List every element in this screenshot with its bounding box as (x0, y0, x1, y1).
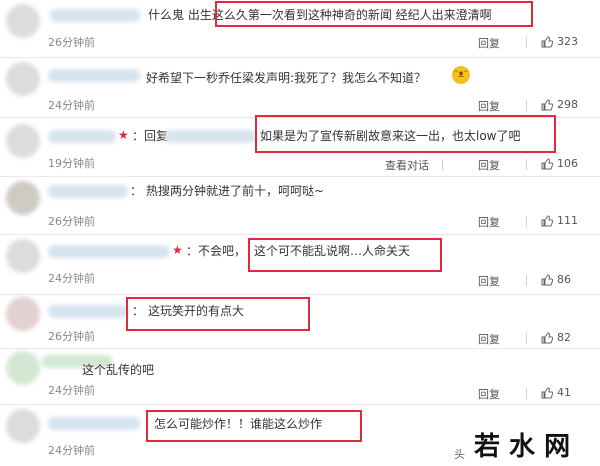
divider (0, 348, 600, 349)
reply-button[interactable]: 回复 (478, 35, 500, 51)
like-count: 41 (557, 386, 571, 399)
reply-button[interactable]: 回复 (478, 386, 500, 402)
divider (0, 234, 600, 235)
comment-text: 热搜两分钟就进了前十，呵呵哒~ (146, 184, 325, 198)
avatar[interactable] (6, 62, 40, 96)
username-blurred[interactable] (48, 185, 128, 198)
avatar[interactable] (6, 124, 40, 158)
reply-button[interactable]: 回复 (478, 331, 500, 347)
vip-star-icon: ★ (172, 243, 183, 257)
username-blurred[interactable] (48, 69, 140, 82)
username-blurred[interactable] (48, 417, 140, 430)
comment-prefix: ： (130, 184, 143, 198)
separator (526, 388, 527, 399)
thumbs-up-icon (541, 157, 553, 169)
avatar[interactable] (6, 297, 40, 331)
comment-time: 24分钟前 (48, 384, 95, 397)
vip-star-icon: ★ (118, 128, 129, 142)
username-blurred[interactable] (48, 245, 170, 258)
separator (526, 100, 527, 111)
highlight-box (255, 115, 556, 153)
avatar[interactable] (6, 351, 40, 385)
cat-emoji-icon: ᵔᴥᵔ (452, 66, 470, 84)
thumbs-up-icon (541, 98, 553, 110)
comment-time: 26分钟前 (48, 36, 95, 49)
view-conversation-link[interactable]: 查看对话 (385, 157, 429, 173)
thumbs-up-icon (541, 35, 553, 47)
separator (526, 333, 527, 344)
separator (526, 216, 527, 227)
thumbs-up-icon (541, 331, 553, 343)
reply-button[interactable]: 回复 (478, 98, 500, 114)
thumbs-up-icon (541, 273, 553, 285)
avatar[interactable] (6, 239, 40, 273)
divider (0, 57, 600, 58)
like-count: 111 (557, 214, 578, 227)
like-button[interactable]: 298 (541, 98, 578, 111)
like-count: 323 (557, 35, 578, 48)
like-count: 82 (557, 331, 571, 344)
like-count: 86 (557, 273, 571, 286)
comment-time: 26分钟前 (48, 215, 95, 228)
like-button[interactable]: 323 (541, 35, 578, 48)
comment-time: 19分钟前 (48, 157, 95, 170)
comment-text: 好希望下一秒乔任梁发声明:我死了？我怎么不知道？ (146, 71, 427, 85)
username-blurred[interactable] (50, 9, 140, 22)
highlight-box (126, 297, 310, 331)
comment-time: 24分钟前 (48, 444, 95, 457)
comment-prefix: ：回复 (132, 129, 169, 143)
highlight-box (146, 410, 362, 442)
reply-button[interactable]: 回复 (478, 214, 500, 230)
comment-text: 这个乱传的吧 (82, 363, 155, 377)
divider (0, 294, 600, 295)
divider (0, 404, 600, 405)
highlight-box (215, 1, 533, 27)
avatar[interactable] (6, 4, 40, 38)
separator (442, 159, 443, 170)
like-count: 106 (557, 157, 578, 170)
reply-button[interactable]: 回复 (478, 157, 500, 173)
avatar[interactable] (6, 181, 40, 215)
avatar[interactable] (6, 409, 40, 443)
username-blurred[interactable] (48, 130, 116, 143)
comment-prefix: ：不会吧， (186, 244, 247, 258)
watermark-sub: 头 (454, 448, 465, 461)
separator (526, 159, 527, 170)
watermark-logo: 若 水 网 (474, 432, 571, 462)
reply-target-blurred[interactable] (164, 130, 256, 143)
separator (526, 275, 527, 286)
like-button[interactable]: 82 (541, 331, 571, 344)
reply-button[interactable]: 回复 (478, 273, 500, 289)
comment-time: 24分钟前 (48, 99, 95, 112)
like-button[interactable]: 106 (541, 157, 578, 170)
comment-time: 24分钟前 (48, 272, 95, 285)
username-blurred[interactable] (48, 305, 128, 318)
like-button[interactable]: 41 (541, 386, 571, 399)
divider (0, 176, 600, 177)
separator (526, 37, 527, 48)
like-button[interactable]: 111 (541, 214, 578, 227)
highlight-box (248, 238, 442, 272)
thumbs-up-icon (541, 214, 553, 226)
comment-time: 26分钟前 (48, 330, 95, 343)
thumbs-up-icon (541, 386, 553, 398)
like-count: 298 (557, 98, 578, 111)
like-button[interactable]: 86 (541, 273, 571, 286)
